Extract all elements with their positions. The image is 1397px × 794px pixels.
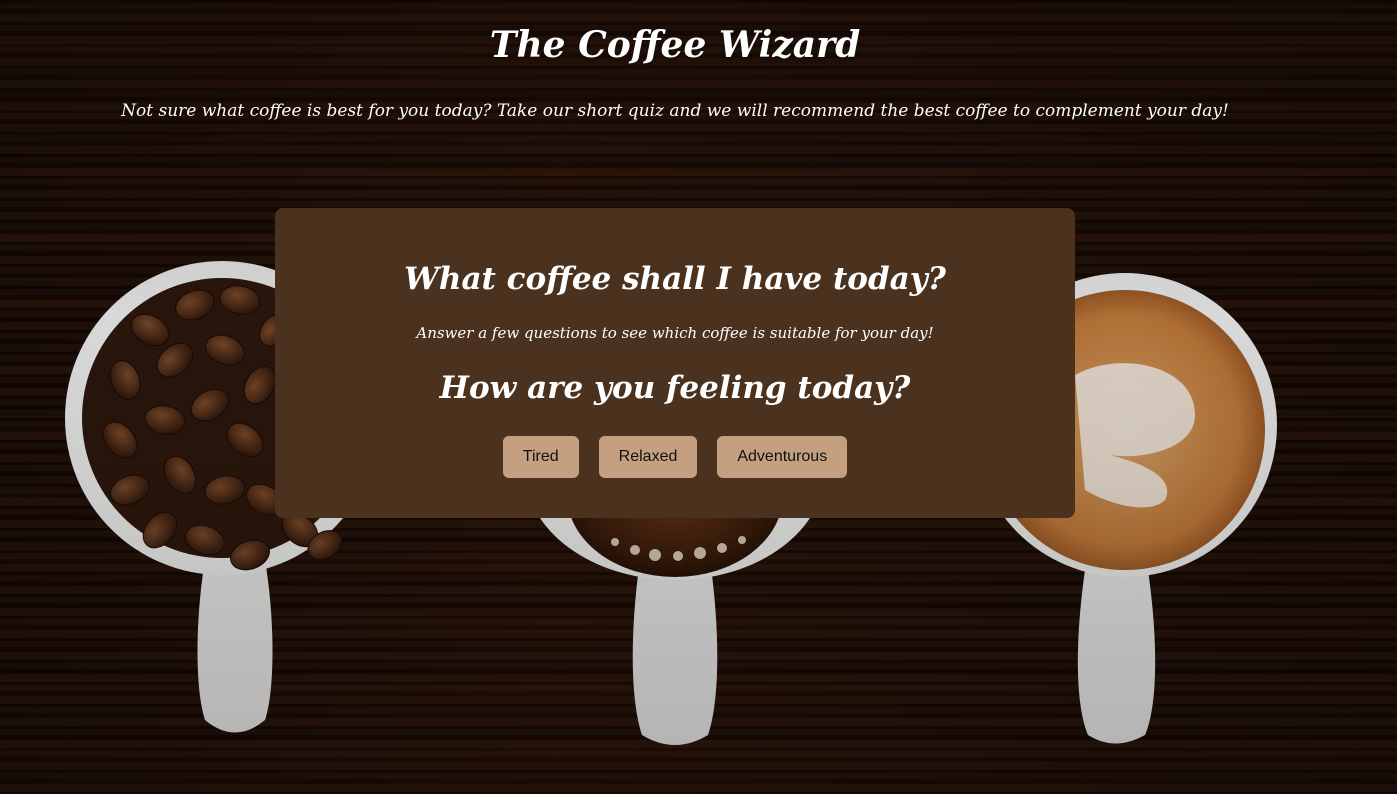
page-title: The Coffee Wizard [489, 24, 861, 66]
answer-adventurous-button[interactable]: Adventurous [717, 436, 848, 478]
quiz-intro: Answer a few questions to see which coff… [416, 324, 934, 342]
question-heading: How are you feeling today? [439, 370, 911, 406]
answer-relaxed-button[interactable]: Relaxed [598, 436, 698, 478]
page-subtitle: Not sure what coffee is best for you tod… [121, 101, 1229, 121]
quiz-card: What coffee shall I have today? Answer a… [275, 208, 1075, 518]
answer-options: Tired Relaxed Adventurous [275, 436, 1075, 478]
quiz-title: What coffee shall I have today? [404, 261, 946, 297]
answer-tired-button[interactable]: Tired [502, 436, 579, 478]
